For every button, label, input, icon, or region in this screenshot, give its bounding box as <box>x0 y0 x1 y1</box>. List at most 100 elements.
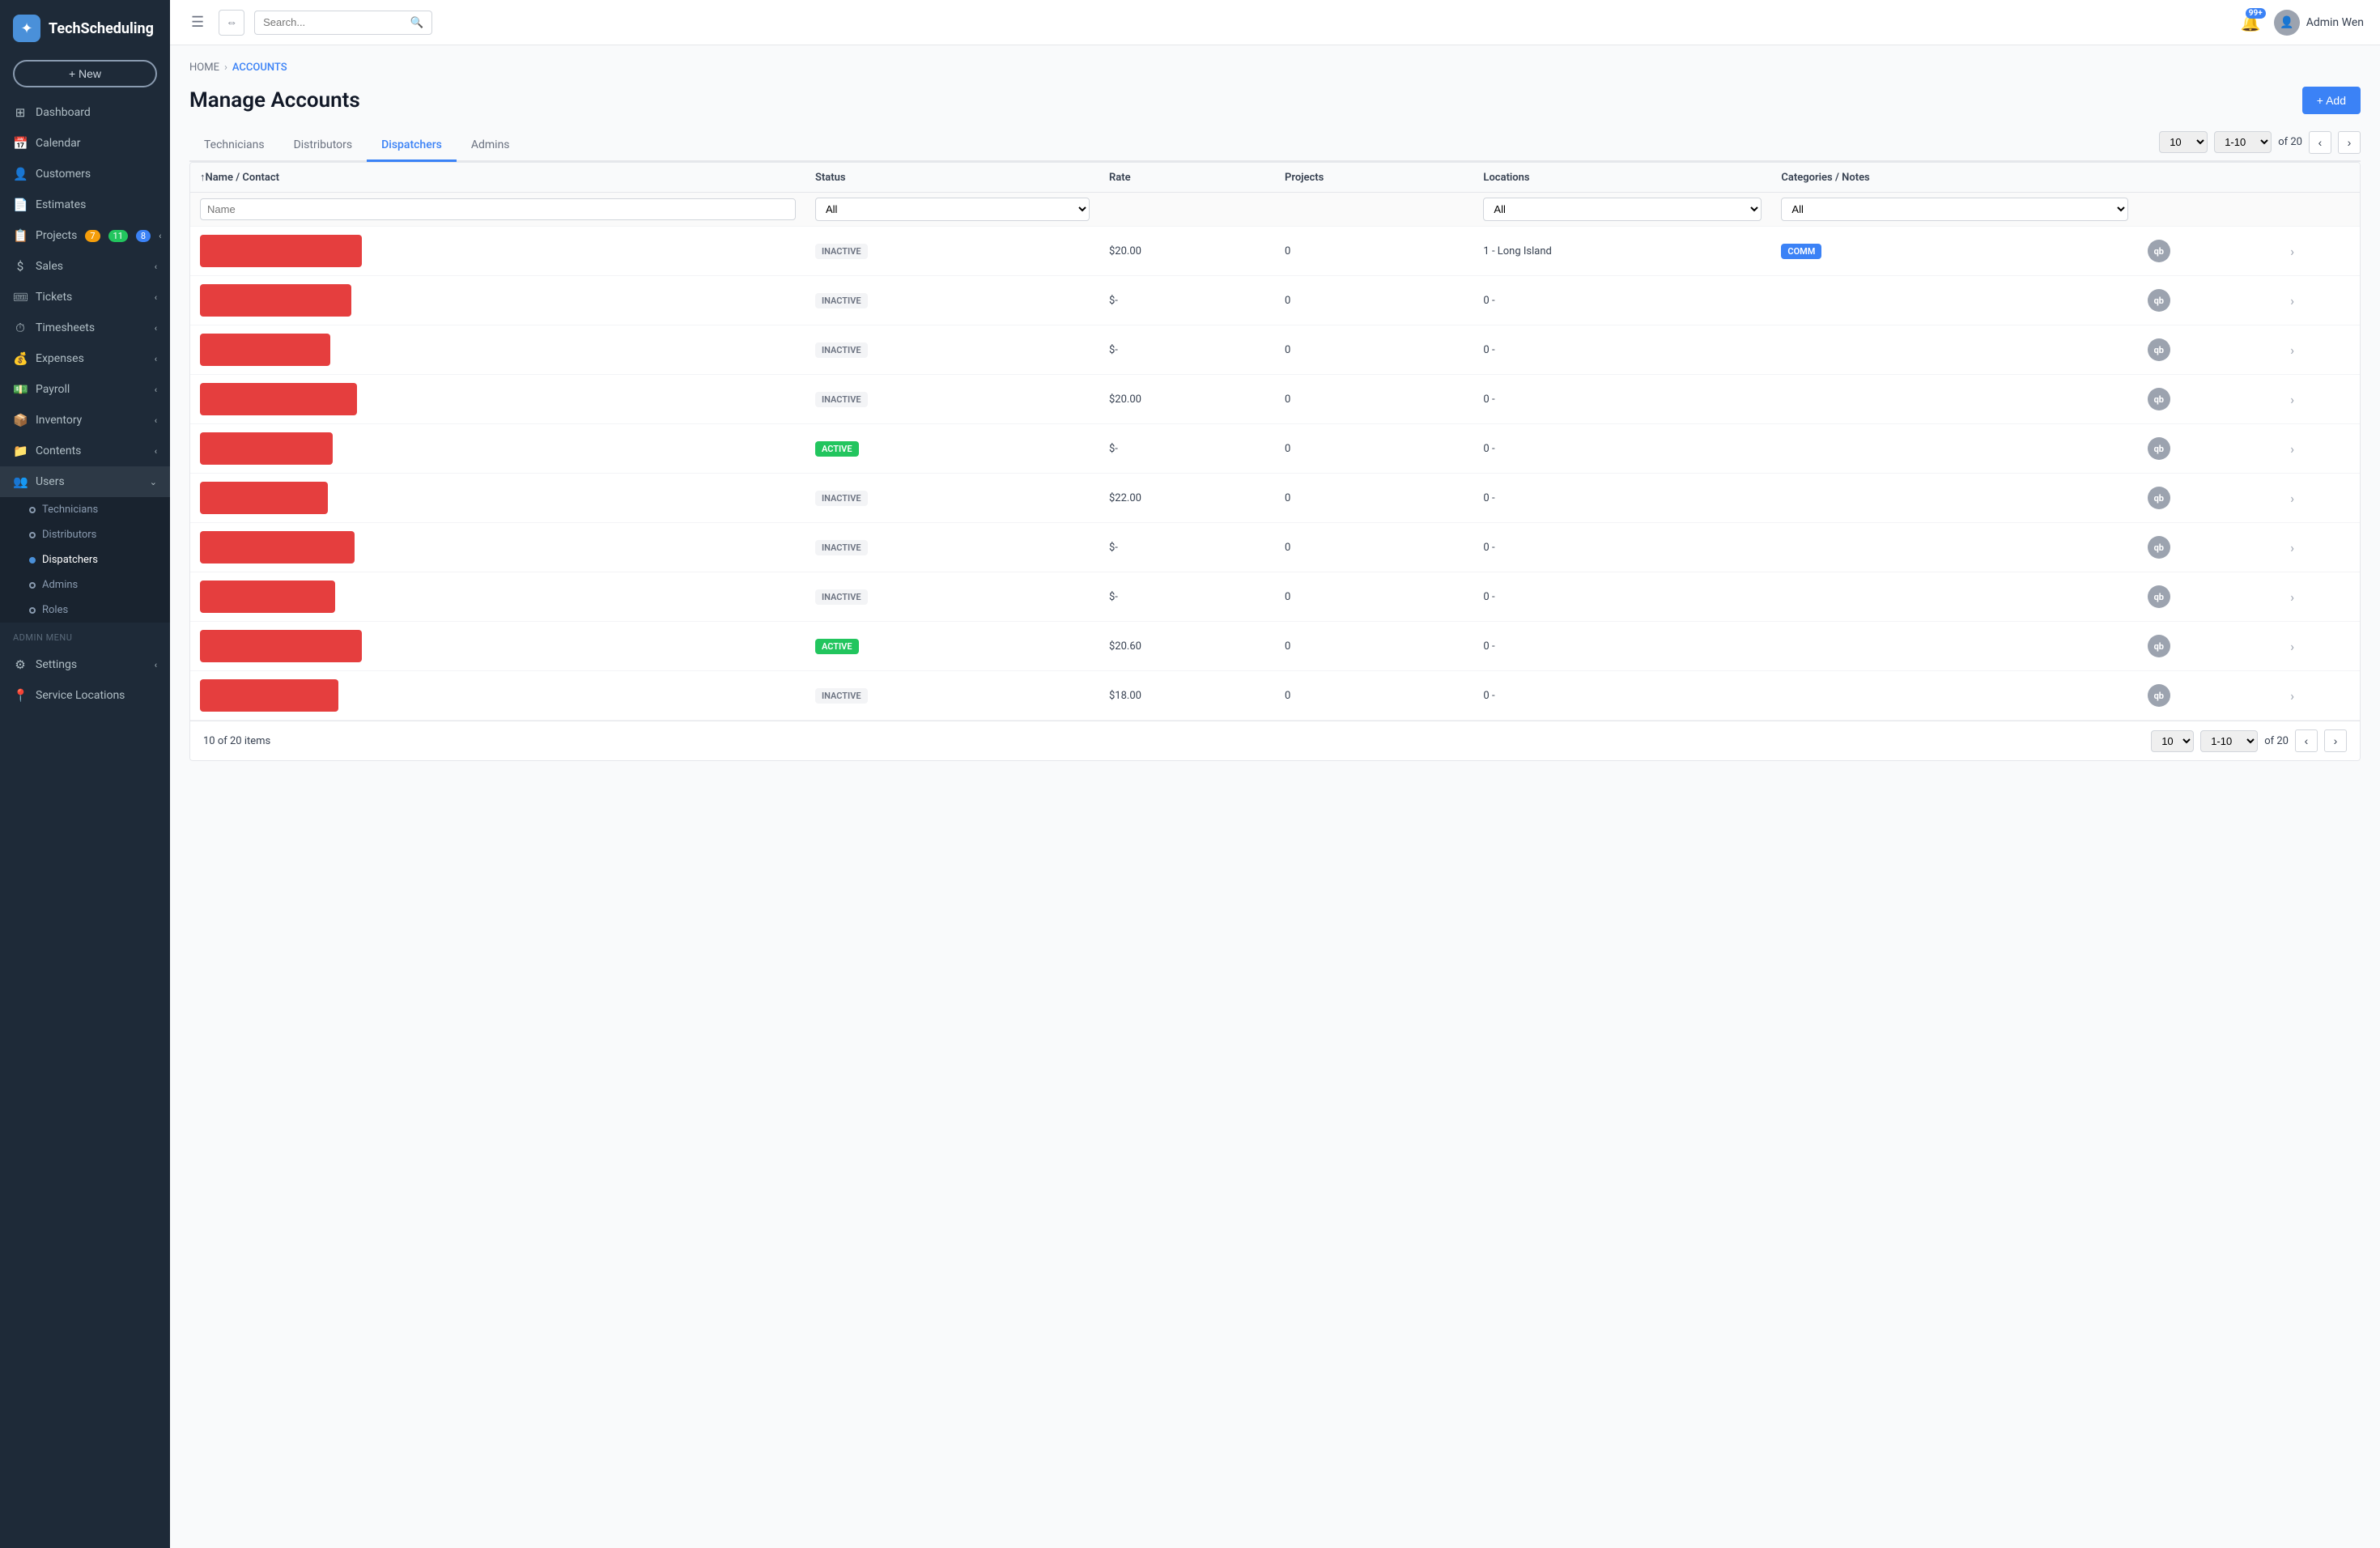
quickbooks-icon[interactable]: qb <box>2148 388 2170 410</box>
quickbooks-icon[interactable]: qb <box>2148 437 2170 460</box>
row-arrow-icon[interactable]: › <box>2290 540 2294 555</box>
expand-button[interactable]: ⇔ <box>219 10 244 36</box>
search-button[interactable]: 🔍 <box>402 11 433 35</box>
sidebar-item-label: Estimates <box>36 198 86 211</box>
qb-cell: qb <box>2138 622 2280 671</box>
quickbooks-icon[interactable]: qb <box>2148 487 2170 509</box>
notifications-button[interactable]: 🔔 99+ <box>2241 13 2261 32</box>
sidebar-item-settings[interactable]: ⚙ Settings ‹ <box>0 649 170 680</box>
table-body: INACTIVE $20.00 0 1 - Long Island COMM q… <box>190 227 2360 721</box>
sidebar-item-admins[interactable]: Admins <box>0 572 170 598</box>
sidebar-item-label: Inventory <box>36 414 82 427</box>
quickbooks-icon[interactable]: qb <box>2148 240 2170 262</box>
row-arrow-icon[interactable]: › <box>2290 342 2294 358</box>
sidebar-item-service-locations[interactable]: 📍 Service Locations <box>0 680 170 711</box>
status-filter-select[interactable]: All Active Inactive <box>815 198 1090 221</box>
quickbooks-icon[interactable]: qb <box>2148 289 2170 312</box>
rate-cell: $20.60 <box>1099 622 1275 671</box>
sidebar-item-users[interactable]: 👥 Users ⌄ <box>0 466 170 497</box>
row-arrow-icon[interactable]: › <box>2290 244 2294 259</box>
col-header-rate[interactable]: Rate <box>1099 163 1275 193</box>
sidebar-item-customers[interactable]: 👤 Customers <box>0 159 170 189</box>
quickbooks-icon[interactable]: qb <box>2148 684 2170 707</box>
quickbooks-icon[interactable]: qb <box>2148 585 2170 608</box>
nav-cell: › <box>2280 325 2360 375</box>
breadcrumb-home[interactable]: HOME <box>189 62 219 74</box>
col-header-locations[interactable]: Locations <box>1473 163 1771 193</box>
menu-icon[interactable]: ☰ <box>186 9 209 36</box>
search-input[interactable] <box>254 11 402 35</box>
prev-page-button-top[interactable]: ‹ <box>2309 131 2331 154</box>
sidebar-item-dispatchers[interactable]: Dispatchers <box>0 547 170 572</box>
qb-cell: qb <box>2138 424 2280 474</box>
redacted-name <box>200 235 362 267</box>
sidebar-item-sales[interactable]: $ Sales ‹ <box>0 251 170 282</box>
tab-distributors[interactable]: Distributors <box>279 130 368 162</box>
sidebar-item-label: Projects <box>36 229 77 242</box>
sidebar-item-technicians[interactable]: Technicians <box>0 497 170 522</box>
projects-cell: 0 <box>1275 622 1473 671</box>
name-filter-input[interactable] <box>200 198 796 220</box>
nav-cell: › <box>2280 523 2360 572</box>
tickets-icon: 🎟 <box>13 290 28 304</box>
tab-admins[interactable]: Admins <box>457 130 525 162</box>
sidebar-item-contents[interactable]: 📁 Contents ‹ <box>0 436 170 466</box>
nav-cell: › <box>2280 375 2360 424</box>
dot-icon <box>29 582 36 589</box>
admin-user-menu[interactable]: 👤 Admin Wen <box>2274 10 2364 36</box>
locations-cell: 0 - <box>1473 572 1771 622</box>
sidebar-item-inventory[interactable]: 📦 Inventory ‹ <box>0 405 170 436</box>
quickbooks-icon[interactable]: qb <box>2148 536 2170 559</box>
category-filter-select[interactable]: All <box>1781 198 2127 221</box>
sidebar-item-tickets[interactable]: 🎟 Tickets ‹ <box>0 282 170 313</box>
col-header-projects[interactable]: Projects <box>1275 163 1473 193</box>
per-page-select-top[interactable]: 10 25 50 100 <box>2159 131 2208 153</box>
col-header-name[interactable]: ↑Name / Contact <box>190 163 805 193</box>
sidebar-item-calendar[interactable]: 📅 Calendar <box>0 128 170 159</box>
projects-badge-orange: 7 <box>85 230 100 242</box>
qb-cell: qb <box>2138 375 2280 424</box>
row-arrow-icon[interactable]: › <box>2290 688 2294 704</box>
page-range-select-top[interactable]: 1-10 11-20 <box>2214 131 2272 153</box>
table-filter-row: All Active Inactive All <box>190 193 2360 227</box>
row-arrow-icon[interactable]: › <box>2290 589 2294 605</box>
chevron-icon: ‹ <box>155 660 157 670</box>
next-page-button-bottom[interactable]: › <box>2324 729 2347 752</box>
table-row: ACTIVE $20.60 0 0 - qb › <box>190 622 2360 671</box>
qb-cell: qb <box>2138 276 2280 325</box>
rate-cell: $20.00 <box>1099 375 1275 424</box>
next-page-button-top[interactable]: › <box>2338 131 2361 154</box>
bottom-pagination: 10 25 50 1-10 11-20 of 20 ‹ › <box>2151 729 2347 752</box>
quickbooks-icon[interactable]: qb <box>2148 635 2170 657</box>
sidebar-item-timesheets[interactable]: ⏱ Timesheets ‹ <box>0 313 170 343</box>
category-cell <box>1771 622 2137 671</box>
locations-cell: 0 - <box>1473 474 1771 523</box>
page-range-select-bottom[interactable]: 1-10 11-20 <box>2200 730 2258 752</box>
sidebar-item-projects[interactable]: 📋 Projects 7 11 8 ‹ <box>0 220 170 251</box>
per-page-select-bottom[interactable]: 10 25 50 <box>2151 730 2194 752</box>
sidebar-item-dashboard[interactable]: ⊞ Dashboard <box>0 97 170 128</box>
row-arrow-icon[interactable]: › <box>2290 293 2294 308</box>
tab-dispatchers[interactable]: Dispatchers <box>367 130 457 162</box>
sidebar-item-distributors[interactable]: Distributors <box>0 522 170 547</box>
quickbooks-icon[interactable]: qb <box>2148 338 2170 361</box>
row-arrow-icon[interactable]: › <box>2290 441 2294 457</box>
sidebar-item-roles[interactable]: Roles <box>0 598 170 623</box>
new-button[interactable]: + New <box>13 60 157 87</box>
sidebar-item-expenses[interactable]: 💰 Expenses ‹ <box>0 343 170 374</box>
tab-technicians[interactable]: Technicians <box>189 130 279 162</box>
col-header-status[interactable]: Status <box>805 163 1099 193</box>
filter-category-cell: All <box>1771 193 2137 227</box>
sidebar-item-payroll[interactable]: 💵 Payroll ‹ <box>0 374 170 405</box>
col-header-categories[interactable]: Categories / Notes <box>1771 163 2137 193</box>
sidebar-item-estimates[interactable]: 📄 Estimates <box>0 189 170 220</box>
add-button[interactable]: + Add <box>2302 87 2361 114</box>
row-arrow-icon[interactable]: › <box>2290 639 2294 654</box>
status-cell: INACTIVE <box>805 572 1099 622</box>
document-icon: 📄 <box>13 198 28 212</box>
location-filter-select[interactable]: All <box>1483 198 1762 221</box>
row-arrow-icon[interactable]: › <box>2290 491 2294 506</box>
prev-page-button-bottom[interactable]: ‹ <box>2295 729 2318 752</box>
row-arrow-icon[interactable]: › <box>2290 392 2294 407</box>
projects-badge-green: 11 <box>108 230 128 242</box>
